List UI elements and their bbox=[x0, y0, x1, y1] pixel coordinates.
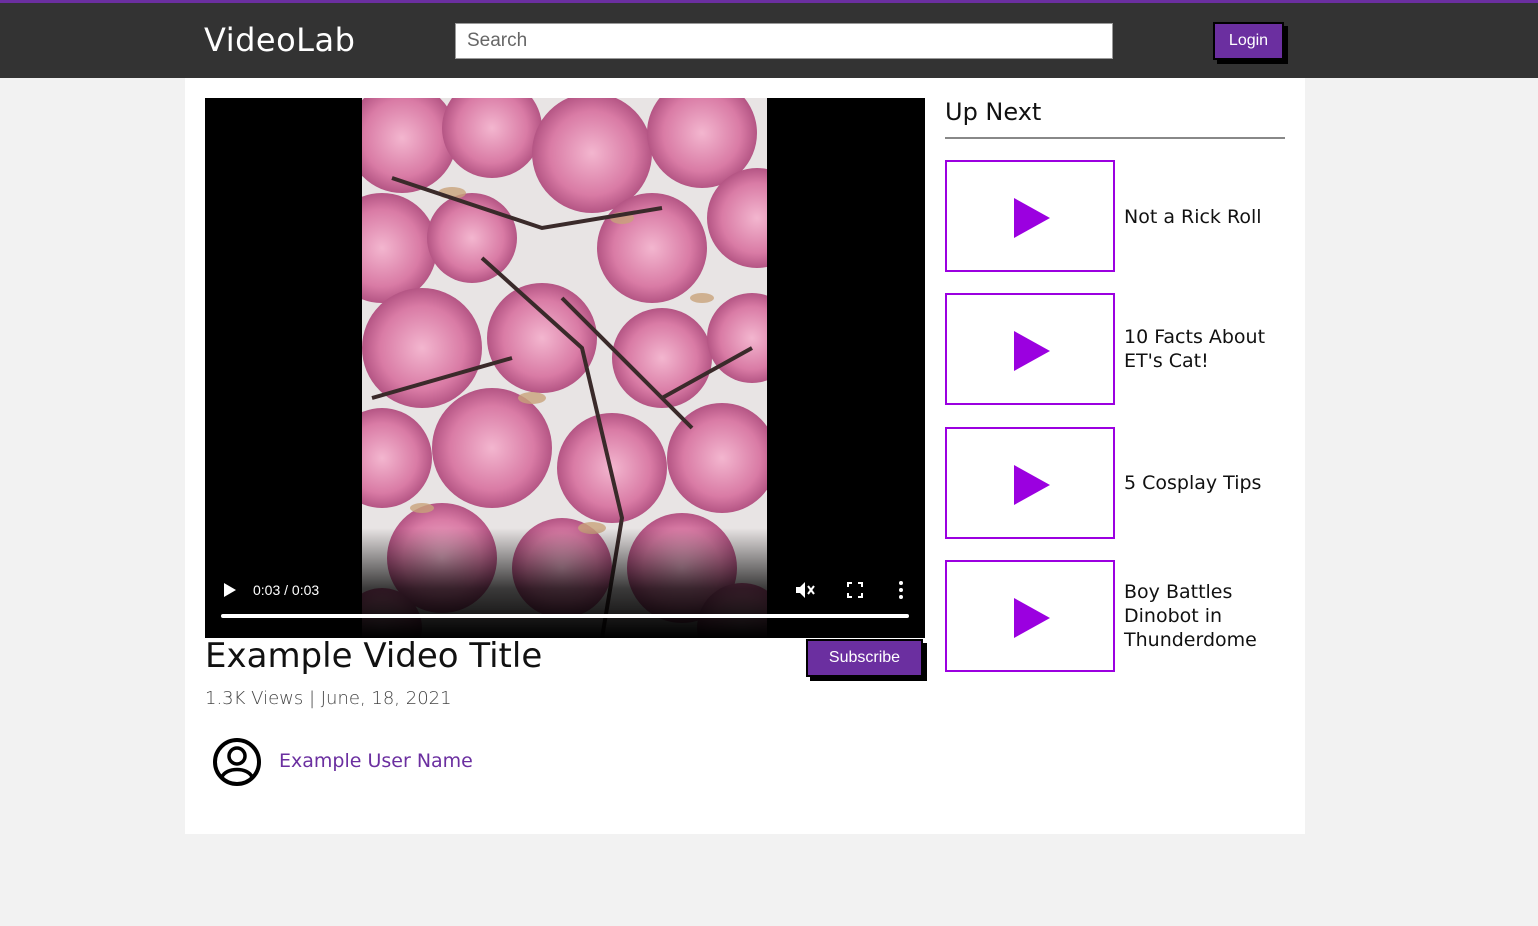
top-bar: VideoLab Login bbox=[0, 0, 1538, 78]
up-next-heading: Up Next bbox=[945, 98, 1042, 126]
logo[interactable]: VideoLab bbox=[204, 21, 355, 59]
user-avatar-icon[interactable] bbox=[212, 737, 262, 787]
channel-user-name[interactable]: Example User Name bbox=[279, 750, 473, 772]
main-content: 0:03 / 0:03 Example Video Title Subscrib… bbox=[185, 78, 1305, 834]
up-next-title[interactable]: 10 Facts About ET's Cat! bbox=[1124, 325, 1284, 373]
up-next-item[interactable]: 10 Facts About ET's Cat! bbox=[945, 293, 1285, 405]
video-meta: 1.3K Views | June, 18, 2021 bbox=[205, 688, 452, 709]
video-thumbnail[interactable] bbox=[945, 560, 1115, 672]
play-icon bbox=[1014, 598, 1050, 638]
up-next-item[interactable]: Not a Rick Roll bbox=[945, 160, 1285, 272]
play-icon bbox=[1014, 198, 1050, 238]
up-next-title[interactable]: 5 Cosplay Tips bbox=[1124, 471, 1284, 495]
up-next-title[interactable]: Not a Rick Roll bbox=[1124, 205, 1284, 229]
play-icon[interactable] bbox=[223, 582, 237, 598]
more-options-icon[interactable] bbox=[897, 580, 905, 600]
fullscreen-icon[interactable] bbox=[846, 581, 864, 599]
subscribe-button[interactable]: Subscribe bbox=[806, 639, 923, 677]
video-thumbnail[interactable] bbox=[945, 427, 1115, 539]
video-thumbnail[interactable] bbox=[945, 160, 1115, 272]
video-title: Example Video Title bbox=[205, 636, 543, 676]
up-next-title[interactable]: Boy Battles Dinobot in Thunderdome bbox=[1124, 580, 1284, 652]
progress-bar[interactable] bbox=[221, 614, 909, 618]
search-input[interactable] bbox=[455, 23, 1113, 59]
divider bbox=[945, 137, 1285, 139]
video-thumbnail[interactable] bbox=[945, 293, 1115, 405]
login-button[interactable]: Login bbox=[1213, 22, 1284, 60]
video-player[interactable]: 0:03 / 0:03 bbox=[205, 98, 925, 638]
play-icon bbox=[1014, 331, 1050, 371]
up-next-item[interactable]: 5 Cosplay Tips bbox=[945, 427, 1285, 539]
up-next-item[interactable]: Boy Battles Dinobot in Thunderdome bbox=[945, 560, 1285, 672]
mute-icon[interactable] bbox=[794, 580, 816, 600]
time-display: 0:03 / 0:03 bbox=[253, 582, 320, 598]
play-icon bbox=[1014, 465, 1050, 505]
